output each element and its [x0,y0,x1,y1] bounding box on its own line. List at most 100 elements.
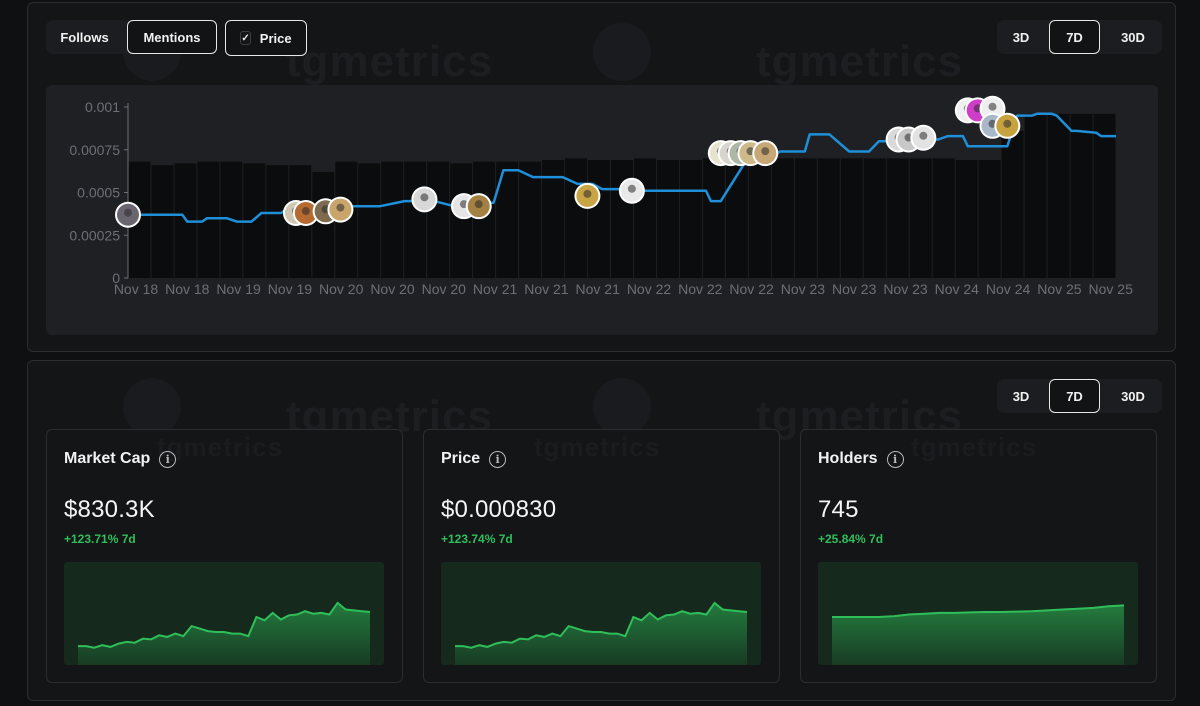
holders-card-value: 745 [818,496,859,523]
volume-bar [450,163,473,278]
mention-avatar-face [420,193,429,202]
mention-avatar-face [124,208,132,217]
volume-bar [519,161,542,278]
volume-bar [909,158,932,278]
volume-bar [1024,113,1047,278]
mention-avatar-face [919,131,928,140]
volume-bar [679,160,702,278]
volume-bar [1047,113,1070,278]
market-cap-sparkline [64,562,384,665]
stats-range-30d-button[interactable]: 30D [1104,379,1162,413]
mention-avatar-face [627,184,636,193]
holders-card-title: Holders i [818,450,904,468]
token-stats-panel: tgmetrics tgmetrics 3D 7D 30D tgmetrics … [27,360,1176,701]
sparkline-area [455,602,747,665]
range-30d-button[interactable]: 30D [1104,20,1162,54]
stats-range-3d-label: 3D [1012,388,1030,404]
range-7d-button[interactable]: 7D [1049,20,1100,54]
volume-bar [266,165,289,278]
sparkline-area [832,605,1124,665]
volume-bar [381,161,404,278]
volume-bar [886,158,909,278]
watermark-text: tgmetrics [534,432,661,462]
volume-bar [151,165,174,278]
filter-follows-button[interactable]: Follows [46,20,123,54]
holders-card: tgmetrics tgmetrics Holders i 745 +25.84… [800,429,1157,683]
market-cap-card: tgmetrics tgmetrics Market Cap i $830.3K… [46,429,403,683]
filter-mentions-button[interactable]: Mentions [127,20,217,54]
watermark-text: tgmetrics [286,37,494,86]
x-tick-label: Nov 23 [883,281,928,297]
volume-bar [1093,113,1116,278]
x-tick-label: Nov 23 [781,281,826,297]
price-card-title-text: Price [441,450,481,467]
volume-bar [633,158,656,278]
stats-range-7d-label: 7D [1066,388,1083,404]
volume-bar [817,158,840,278]
holders-card-change: +25.84% 7d [818,532,884,546]
volume-bar [932,158,955,278]
filter-price-label: Price [259,30,292,46]
x-tick-label: Nov 20 [422,281,467,297]
volume-bar [1001,130,1024,278]
volume-bar [771,158,794,278]
x-tick-label: Nov 22 [729,281,774,297]
checkmark-icon[interactable]: ✓ [240,31,251,45]
range-30d-label: 30D [1121,29,1145,45]
x-tick-label: Nov 21 [524,281,569,297]
watermark-logo-icon [593,378,651,436]
x-tick-label: Nov 20 [319,281,364,297]
x-tick-label: Nov 22 [627,281,672,297]
y-tick-label: 0.001 [85,99,120,115]
volume-bar [565,158,588,278]
volume-bar [427,161,450,278]
x-tick-label: Nov 19 [216,281,261,297]
price-card: tgmetrics tgmetrics Price i $0.000830 +1… [423,429,780,683]
x-tick-label: Nov 25 [1089,281,1134,297]
filter-price-toggle[interactable]: ✓ Price [225,20,307,56]
volume-bar [312,171,335,278]
stats-range-3d-button[interactable]: 3D [997,379,1045,413]
mention-avatar-face [474,200,483,209]
volume-bar [978,160,1001,278]
x-tick-label: Nov 23 [832,281,877,297]
chart-filter-group: Follows Mentions [46,20,217,54]
mention-avatar-face [1003,119,1012,128]
price-card-title: Price i [441,450,507,468]
filter-mentions-label: Mentions [143,29,201,45]
market-cap-title: Market Cap i [64,450,177,468]
info-icon[interactable]: i [489,450,507,468]
mention-avatar-face [301,207,310,216]
x-tick-label: Nov 20 [370,281,415,297]
volume-bar [588,160,611,278]
x-tick-label: Nov 19 [268,281,313,297]
range-7d-label: 7D [1066,29,1083,45]
volume-bar [473,161,496,278]
x-tick-label: Nov 25 [1037,281,1082,297]
x-tick-label: Nov 22 [678,281,723,297]
volume-bar [955,160,978,278]
info-icon[interactable]: i [159,450,177,468]
holders-sparkline [818,562,1138,665]
stats-range-7d-button[interactable]: 7D [1049,379,1100,413]
stats-range-30d-label: 30D [1121,388,1145,404]
market-cap-title-text: Market Cap [64,450,151,467]
price-card-value: $0.000830 [441,496,557,523]
volume-bar [1070,113,1093,278]
price-mentions-panel: tgmetrics tgmetrics Follows Mentions ✓ P… [27,2,1176,352]
y-tick-label: 0.00025 [69,227,120,243]
filter-follows-label: Follows [60,29,109,45]
volume-bar [404,161,427,278]
x-tick-label: Nov 18 [114,281,159,297]
x-tick-label: Nov 24 [935,281,980,297]
mention-avatar-face [761,147,770,156]
mention-avatar-face [336,203,345,212]
holders-card-title-text: Holders [818,450,878,467]
info-icon[interactable]: i [886,450,904,468]
x-tick-label: Nov 21 [473,281,518,297]
watermark-logo-icon [123,378,181,436]
range-3d-button[interactable]: 3D [997,20,1045,54]
time-range-group: 3D 7D 30D [997,20,1162,54]
volume-bar [358,163,381,278]
market-cap-change: +123.71% 7d [64,532,136,546]
